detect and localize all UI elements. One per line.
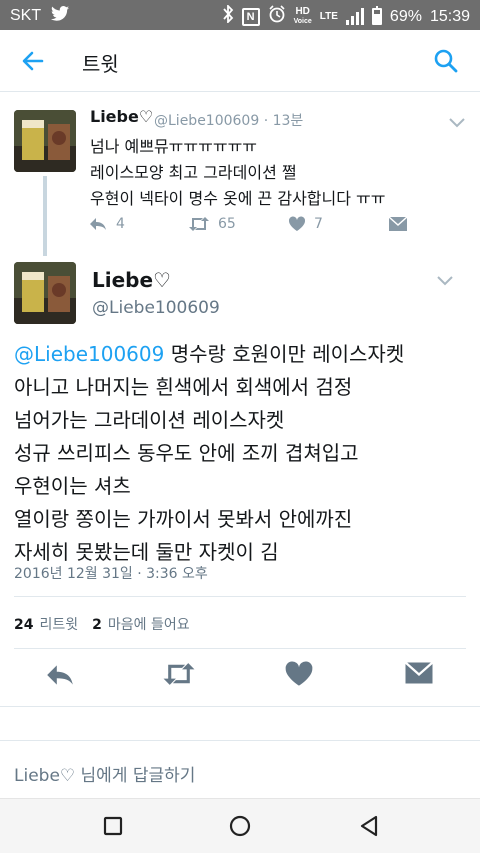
back-triangle-icon[interactable]: [356, 813, 382, 839]
clock-time: 15:39: [429, 7, 470, 25]
tweet-line: @Liebe100609 명수랑 호원이만 레이스자켓: [14, 338, 404, 371]
engagement-stats: 24 리트윗 2 마음에 들어요: [14, 614, 190, 634]
author-name[interactable]: Liebe♡: [90, 107, 153, 126]
battery-percent: 69%: [389, 7, 422, 25]
back-arrow-icon[interactable]: [18, 46, 48, 76]
tweet-actions: 4 65 7: [88, 216, 428, 236]
reply-icon: [47, 665, 73, 685]
envelope-icon: [404, 661, 434, 684]
tweet-timestamp: 2016년 12월 31일 · 3:36 오후: [14, 566, 208, 582]
retweet-button[interactable]: [162, 660, 196, 694]
recent-apps-icon[interactable]: [100, 813, 126, 839]
signal-strength-icon: [345, 7, 364, 25]
chevron-down-icon[interactable]: [448, 114, 466, 128]
like-count: 7: [314, 216, 323, 232]
home-icon[interactable]: [227, 813, 253, 839]
nfc-icon: N: [241, 7, 260, 26]
avatar[interactable]: [14, 262, 76, 324]
reply-input[interactable]: Liebe♡ 님에게 답글하기: [14, 761, 195, 786]
reply-compose-bar[interactable]: Liebe♡ 님에게 답글하기: [0, 740, 480, 798]
heart-icon: [288, 216, 306, 231]
reply-button[interactable]: 4: [88, 216, 125, 232]
retweet-button[interactable]: 65: [188, 216, 236, 232]
tweet-line: 넘나 예쁘뮤ㅠㅠㅠㅠㅠㅠ: [90, 137, 258, 156]
divider: [0, 706, 480, 707]
reply-icon: [90, 218, 106, 230]
retweets-stat[interactable]: 24 리트윗: [14, 614, 78, 634]
tweet-line: 우현이 넥타이 명수 옷에 끈 감사합니다 ㅠㅠ: [90, 189, 386, 208]
divider: [14, 648, 466, 649]
status-bar: SKT N HD Voice LTE 69% 15:39: [0, 0, 480, 30]
battery-icon: [371, 6, 382, 25]
mention-link[interactable]: @Liebe100609: [14, 342, 164, 366]
search-icon[interactable]: [432, 47, 460, 75]
hd-voice-icon: HD Voice: [293, 6, 312, 26]
reply-button[interactable]: [44, 660, 78, 694]
tweet-line: 넘어가는 그라데이션 레이스자켓: [14, 408, 285, 432]
direct-message-button[interactable]: [388, 216, 408, 232]
tweet-line: 열이랑 쫑이는 가까이서 못봐서 안에까진: [14, 507, 353, 531]
tweet-line: 성규 쓰리피스 동우도 안에 조끼 겹쳐입고: [14, 441, 359, 465]
page-title: 트윗: [82, 52, 119, 76]
app-bar: 트윗: [0, 30, 480, 92]
bluetooth-icon: [222, 3, 234, 28]
retweet-count: 65: [218, 216, 236, 232]
reply-count: 4: [116, 216, 125, 232]
author-name[interactable]: Liebe♡: [92, 268, 171, 292]
author-handle-and-age: @Liebe100609 · 13분: [154, 113, 304, 129]
tweet-line: 레이스모양 최고 그라데이션 쩔: [90, 163, 297, 182]
direct-message-button[interactable]: [404, 660, 438, 694]
alarm-icon: [268, 5, 286, 28]
likes-stat[interactable]: 2 마음에 들어요: [92, 614, 189, 634]
tweet-text: 넘나 예쁘뮤ㅠㅠㅠㅠㅠㅠ 레이스모양 최고 그라데이션 쩔 우현이 넥타이 명수…: [90, 134, 385, 212]
heart-icon: [285, 661, 313, 686]
like-button[interactable]: [284, 660, 318, 694]
avatar[interactable]: [14, 110, 76, 172]
carrier-label: SKT: [10, 7, 42, 24]
like-button[interactable]: 7: [288, 216, 323, 232]
tweet-line: 아니고 나머지는 흰색에서 회색에서 검정: [14, 375, 353, 399]
twitter-bird-icon: [51, 6, 70, 26]
tweet-actions: [0, 660, 480, 694]
envelope-icon: [388, 216, 408, 231]
system-nav-bar: [0, 798, 480, 853]
tweet-line-text: 명수랑 호원이만 레이스자켓: [164, 342, 405, 366]
divider: [14, 596, 466, 597]
tweet-text: @Liebe100609 명수랑 호원이만 레이스자켓 아니고 나머지는 흰색에…: [14, 338, 404, 569]
thread-connector: [43, 176, 47, 256]
chevron-down-icon[interactable]: [436, 272, 454, 286]
lte-icon: LTE: [319, 11, 338, 22]
retweet-icon: [189, 217, 209, 231]
author-handle[interactable]: @Liebe100609: [92, 298, 220, 318]
retweet-icon: [163, 663, 195, 685]
tweet-line: 우현이는 셔츠: [14, 474, 131, 498]
